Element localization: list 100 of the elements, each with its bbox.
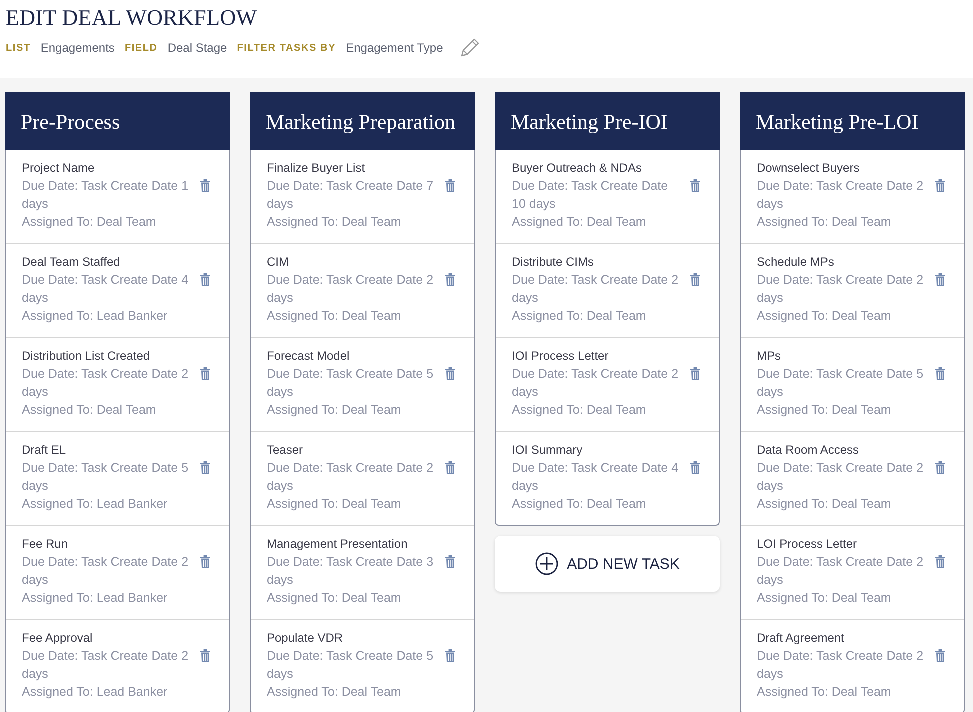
trash-icon[interactable]: [200, 367, 211, 381]
task-name: CIM: [267, 254, 290, 271]
task-name: Data Room Access: [757, 442, 860, 459]
task-name: IOI Process Letter: [512, 348, 610, 365]
task-item[interactable]: Forecast Model Due Date: Task Create Date 5 days Assigned To: Deal Team: [251, 338, 474, 432]
task-assignee: Assigned To: Deal Team: [267, 308, 402, 325]
task-item[interactable]: CIM Due Date: Task Create Date 2 days Assigned To: Deal Team: [251, 244, 474, 338]
trash-icon[interactable]: [445, 461, 456, 475]
trash-icon[interactable]: [935, 273, 946, 287]
trash-icon[interactable]: [935, 367, 946, 381]
task-item[interactable]: Deal Team Staffed Due Date: Task Create Date 4 days Assigned To: Lead Banker: [6, 244, 229, 338]
task-due-date: Due Date: Task Create Date 2 days: [22, 366, 190, 401]
task-item[interactable]: Distribute CIMs Due Date: Task Create Date 2 days Assigned To: Deal Team: [496, 244, 719, 338]
task-item[interactable]: Fee Approval Due Date: Task Create Date 2 days Assigned To: Lead Banker: [6, 620, 229, 712]
task-due-date: Due Date: Task Create Date 3 days: [267, 554, 435, 589]
task-name: Fee Approval: [22, 630, 94, 647]
trash-icon[interactable]: [690, 273, 701, 287]
trash-icon[interactable]: [690, 179, 701, 193]
task-item[interactable]: Populate VDR Due Date: Task Create Date 5 days Assigned To: Deal Team: [251, 620, 474, 712]
task-name: Schedule MPs: [757, 254, 836, 271]
task-name: Fee Run: [22, 536, 70, 553]
task-assignee: Assigned To: Deal Team: [512, 402, 648, 419]
task-item[interactable]: Management Presentation Due Date: Task Create Date 3 days Assigned To: Deal Team: [251, 526, 474, 620]
task-item[interactable]: IOI Summary Due Date: Task Create Date 4 days Assigned To: Deal Team: [496, 432, 719, 525]
task-due-date: Due Date: Task Create Date 5 days: [267, 648, 435, 683]
trash-icon[interactable]: [200, 461, 211, 475]
meta-label: LIST: [6, 42, 31, 54]
task-name: Management Presentation: [267, 536, 409, 553]
meta-value: Engagement Type: [346, 41, 444, 55]
trash-icon[interactable]: [445, 273, 456, 287]
task-name: Draft Agreement: [757, 630, 846, 647]
trash-icon[interactable]: [200, 273, 211, 287]
trash-icon[interactable]: [445, 179, 456, 193]
task-due-date: Due Date: Task Create Date 2 days: [22, 554, 190, 589]
task-name: IOI Summary: [512, 442, 584, 459]
trash-icon[interactable]: [445, 367, 456, 381]
task-item[interactable]: Project Name Due Date: Task Create Date 1 days Assigned To: Deal Team: [6, 150, 229, 244]
task-assignee: Assigned To: Deal Team: [757, 402, 892, 419]
task-assignee: Assigned To: Deal Team: [757, 590, 892, 607]
pencil-icon[interactable]: [459, 37, 482, 59]
task-name: Buyer Outreach & NDAs: [512, 160, 644, 177]
trash-icon[interactable]: [445, 649, 456, 663]
trash-icon[interactable]: [935, 649, 946, 663]
task-due-date: Due Date: Task Create Date 2 days: [267, 460, 435, 495]
task-name: Populate VDR: [267, 630, 344, 647]
task-item[interactable]: Draft EL Due Date: Task Create Date 5 days Assigned To: Lead Banker: [6, 432, 229, 526]
task-due-date: Due Date: Task Create Date 2 days: [512, 366, 680, 401]
task-assignee: Assigned To: Deal Team: [267, 402, 402, 419]
task-assignee: Assigned To: Deal Team: [22, 214, 158, 231]
task-item[interactable]: Finalize Buyer List Due Date: Task Create Date 7 days Assigned To: Deal Team: [251, 150, 474, 244]
trash-icon[interactable]: [200, 649, 211, 663]
trash-icon[interactable]: [200, 555, 211, 569]
task-due-date: Due Date: Task Create Date 2 days: [512, 272, 680, 307]
task-name: Downselect Buyers: [757, 160, 861, 177]
task-due-date: Due Date: Task Create Date 2 days: [757, 178, 925, 213]
column-header: Marketing Pre-IOI: [495, 92, 720, 150]
task-item[interactable]: Data Room Access Due Date: Task Create Date 2 days Assigned To: Deal Team: [741, 432, 964, 526]
trash-icon[interactable]: [690, 367, 701, 381]
task-name: Distribution List Created: [22, 348, 152, 365]
task-name: MPs: [757, 348, 782, 365]
task-assignee: Assigned To: Deal Team: [22, 402, 158, 419]
task-item[interactable]: Teaser Due Date: Task Create Date 2 days Assigned To: Deal Team: [251, 432, 474, 526]
trash-icon[interactable]: [935, 555, 946, 569]
task-due-date: Due Date: Task Create Date 2 days: [267, 272, 435, 307]
task-assignee: Assigned To: Deal Team: [512, 308, 648, 325]
trash-icon[interactable]: [200, 179, 211, 193]
task-due-date: Due Date: Task Create Date 4 days: [512, 460, 680, 495]
task-due-date: Due Date: Task Create Date 2 days: [757, 460, 925, 495]
trash-icon[interactable]: [935, 461, 946, 475]
task-assignee: Assigned To: Deal Team: [512, 496, 648, 513]
task-name: Draft EL: [22, 442, 68, 459]
add-task-button[interactable]: ADD NEW TASK: [495, 536, 720, 592]
task-due-date: Due Date: Task Create Date 2 days: [757, 554, 925, 589]
task-due-date: Due Date: Task Create Date 7 days: [267, 178, 435, 213]
task-item[interactable]: Fee Run Due Date: Task Create Date 2 days Assigned To: Lead Banker: [6, 526, 229, 620]
task-assignee: Assigned To: Deal Team: [267, 496, 402, 513]
task-item[interactable]: IOI Process Letter Due Date: Task Create Date 2 days Assigned To: Deal Team: [496, 338, 719, 432]
trash-icon[interactable]: [445, 555, 456, 569]
task-assignee: Assigned To: Deal Team: [757, 684, 892, 701]
task-item[interactable]: LOI Process Letter Due Date: Task Create Date 2 days Assigned To: Deal Team: [741, 526, 964, 620]
task-assignee: Assigned To: Lead Banker: [22, 308, 169, 325]
task-assignee: Assigned To: Deal Team: [512, 214, 648, 231]
task-item[interactable]: Draft Agreement Due Date: Task Create Date 2 days Assigned To: Deal Team: [741, 620, 964, 712]
task-assignee: Assigned To: Deal Team: [757, 214, 892, 231]
task-name: Distribute CIMs: [512, 254, 596, 271]
meta-label: FIELD: [124, 42, 158, 54]
task-item[interactable]: Buyer Outreach & NDAs Due Date: Task Create Date 10 days Assigned To: Deal Team: [496, 150, 719, 244]
task-name: Finalize Buyer List: [267, 160, 366, 177]
task-item[interactable]: Schedule MPs Due Date: Task Create Date 2 days Assigned To: Deal Team: [741, 244, 964, 338]
task-item[interactable]: Downselect Buyers Due Date: Task Create Date 2 days Assigned To: Deal Team: [741, 150, 964, 244]
task-name: LOI Process Letter: [757, 536, 858, 553]
task-due-date: Due Date: Task Create Date 4 days: [22, 272, 190, 307]
task-item[interactable]: MPs Due Date: Task Create Date 5 days Assigned To: Deal Team: [741, 338, 964, 432]
task-name: Forecast Model: [267, 348, 351, 365]
trash-icon[interactable]: [935, 179, 946, 193]
task-assignee: Assigned To: Lead Banker: [22, 590, 169, 607]
task-assignee: Assigned To: Deal Team: [757, 308, 892, 325]
task-item[interactable]: Distribution List Created Due Date: Task Create Date 2 days Assigned To: Deal Team: [6, 338, 229, 432]
trash-icon[interactable]: [690, 461, 701, 475]
task-assignee: Assigned To: Deal Team: [267, 590, 402, 607]
